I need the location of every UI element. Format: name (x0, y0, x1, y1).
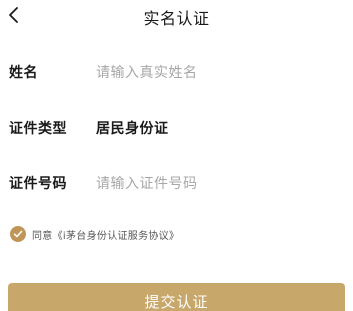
name-row: 姓名 (0, 58, 353, 88)
agreement-link[interactable]: 《i茅台身份认证服务协议》 (53, 227, 180, 242)
agreement-checkbox[interactable] (10, 226, 26, 242)
agreement-prefix: 同意 (32, 230, 53, 242)
id-type-row: 证件类型 居民身份证 (0, 114, 353, 144)
real-name-verification-screen: 实名认证 姓名 证件类型 居民身份证 证件号码 同意 《i茅台身份认证服务协议》… (0, 0, 353, 311)
name-label: 姓名 (9, 65, 38, 81)
name-input[interactable] (96, 58, 336, 88)
id-type-label: 证件类型 (9, 121, 67, 137)
submit-button[interactable]: 提交认证 (8, 283, 345, 311)
checkmark-icon (13, 230, 23, 238)
id-type-select[interactable]: 居民身份证 (96, 118, 169, 138)
id-number-row: 证件号码 (0, 169, 353, 199)
agreement-row: 同意 《i茅台身份认证服务协议》 (10, 225, 179, 243)
id-number-label: 证件号码 (9, 176, 67, 192)
id-number-input[interactable] (96, 169, 336, 199)
page-title: 实名认证 (143, 9, 210, 28)
navigation-bar: 实名认证 (0, 0, 353, 34)
